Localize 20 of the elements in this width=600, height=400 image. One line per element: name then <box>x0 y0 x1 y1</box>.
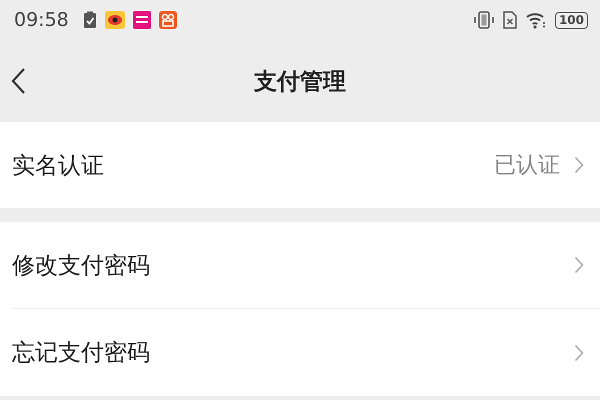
no-sim-icon <box>502 11 517 29</box>
chevron-right-icon <box>574 344 584 362</box>
page-title: 支付管理 <box>254 68 346 96</box>
vibrate-icon <box>472 11 495 29</box>
row-label: 忘记支付密码 <box>12 339 151 368</box>
settings-row[interactable]: 忘记支付密码 <box>12 308 600 396</box>
wifi-icon <box>524 11 547 29</box>
eye-app-icon <box>104 11 125 29</box>
status-time: 09:58 <box>14 9 69 31</box>
battery-indicator: 100 <box>554 12 588 28</box>
chevron-right-icon <box>574 156 584 174</box>
row-value: 已认证 <box>494 152 560 180</box>
app-icon <box>132 11 151 29</box>
app-icon <box>158 11 177 29</box>
settings-row[interactable]: 修改支付密码 <box>12 222 600 308</box>
row-label: 实名认证 <box>12 152 105 180</box>
clipboard-check-icon <box>82 11 97 29</box>
row-label: 修改支付密码 <box>12 252 151 280</box>
back-icon[interactable] <box>10 67 26 95</box>
chevron-right-icon <box>574 256 584 274</box>
